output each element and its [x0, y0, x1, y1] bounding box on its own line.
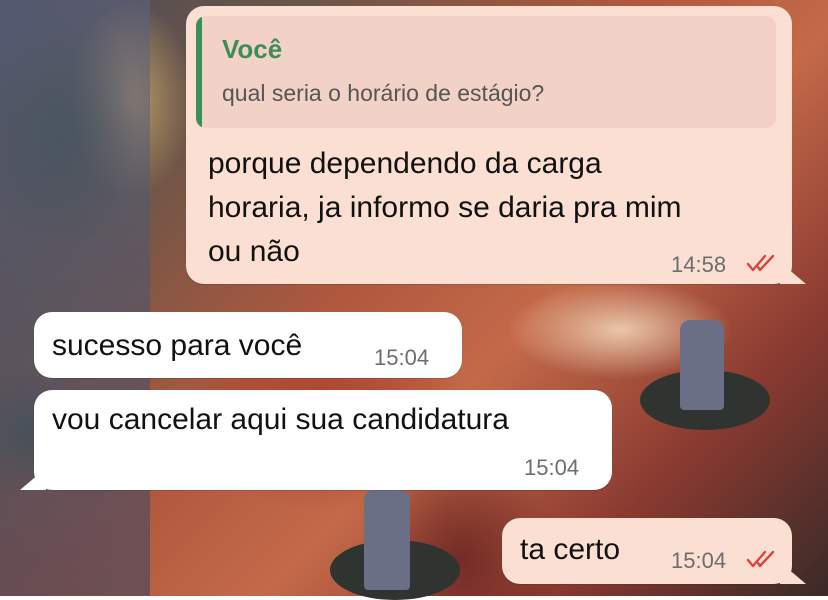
- bubble-tail: [780, 262, 806, 284]
- bubble-tail: [780, 562, 806, 584]
- wallpaper-candle: [680, 320, 724, 410]
- message-time: 14:58: [671, 252, 727, 277]
- bubble-tail: [20, 468, 46, 490]
- message-text-line: horaria, ja informo se daria pra mim: [208, 191, 682, 224]
- message-text: sucesso para você: [52, 329, 303, 362]
- message-text-line: porque dependendo da carga: [208, 147, 602, 180]
- double-check-icon: [746, 550, 775, 568]
- message-time: 15:04: [524, 455, 580, 480]
- message-text: vou cancelar aqui sua candidatura: [52, 403, 509, 436]
- double-check-icon: [746, 254, 775, 272]
- quote-author: Você: [222, 34, 283, 64]
- wallpaper-art-stripe: [0, 0, 150, 596]
- message-time: 15:04: [671, 548, 727, 573]
- message-text-line: ou não: [208, 235, 300, 268]
- message-time: 15:04: [374, 345, 430, 370]
- message-text: ta certo: [520, 533, 621, 566]
- quoted-message[interactable]: Você qual seria o horário de estágio?: [196, 16, 776, 128]
- quote-accent-bar: [196, 16, 202, 128]
- quote-text: qual seria o horário de estágio?: [222, 80, 545, 106]
- wallpaper-candle: [364, 490, 410, 590]
